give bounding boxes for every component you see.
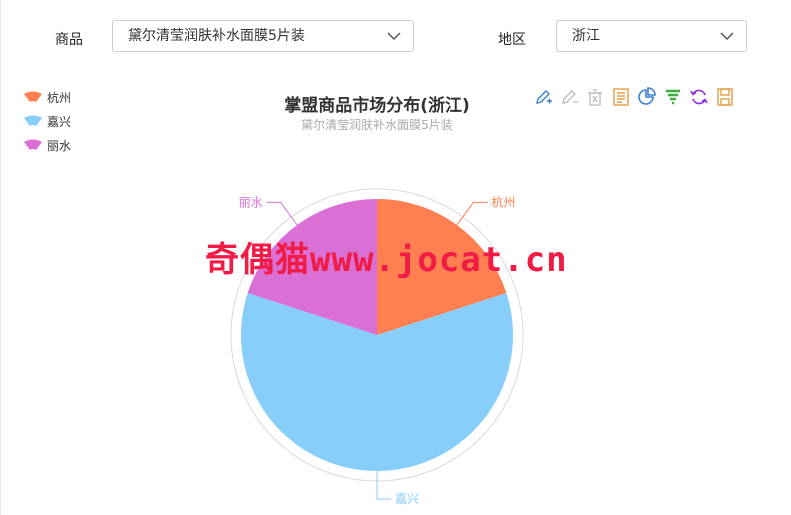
watermark-cn: 奇偶猫 — [205, 240, 310, 280]
watermark: 奇偶猫www.jocat.cn — [205, 232, 568, 281]
slice-label-jiaxing: 嘉兴 — [395, 492, 419, 506]
label-line-hangzhou — [456, 201, 488, 226]
watermark-url: www.jocat.cn — [310, 240, 568, 280]
label-line-lishui — [266, 201, 298, 226]
label-line-jiaxing — [376, 471, 391, 500]
slice-label-lishui: 丽水 — [239, 195, 263, 209]
slice-label-hangzhou: 杭州 — [491, 194, 515, 209]
